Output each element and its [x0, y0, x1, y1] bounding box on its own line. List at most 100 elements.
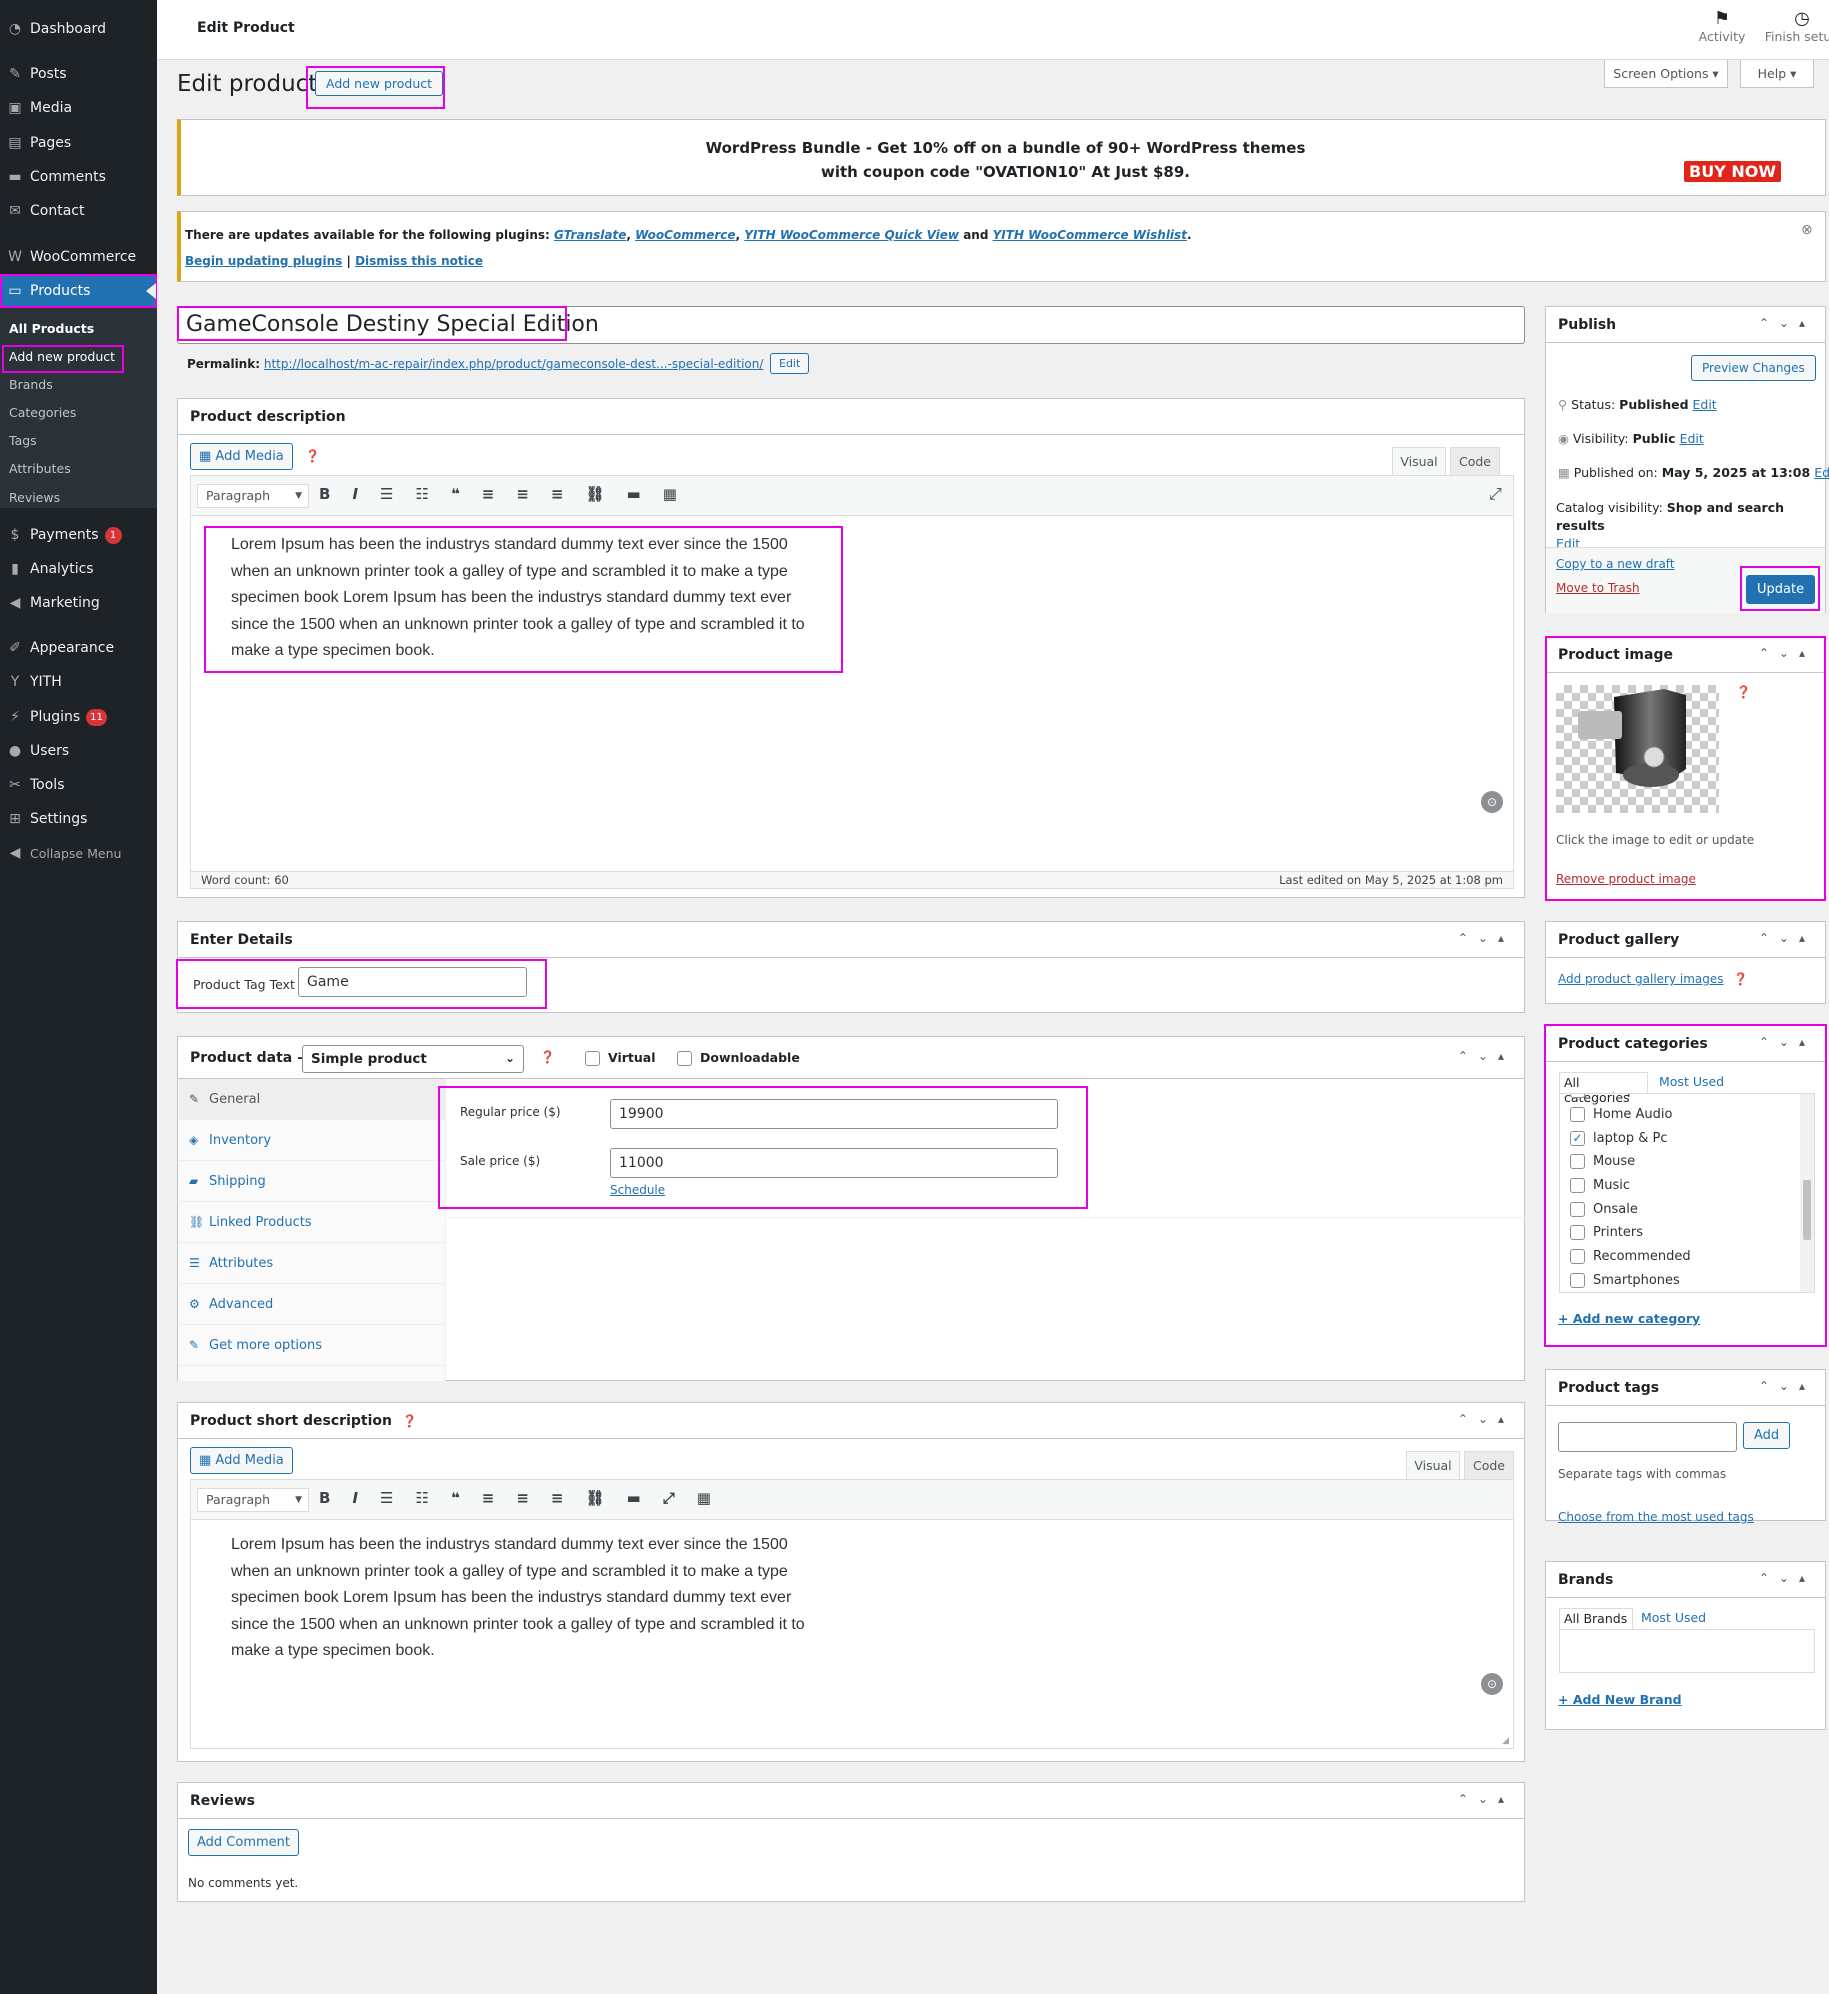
- box-controls-icon[interactable]: ⌃⌄▴: [1759, 1035, 1815, 1049]
- tab-code[interactable]: Code: [1450, 447, 1500, 475]
- checkbox-icon[interactable]: [1570, 1154, 1585, 1170]
- preview-changes-button[interactable]: Preview Changes: [1691, 355, 1816, 381]
- box-controls-icon[interactable]: ⌃⌄▴: [1759, 316, 1815, 330]
- box-controls-icon[interactable]: ⌃⌄▴: [1759, 1379, 1815, 1393]
- help-icon[interactable]: ❓: [540, 1050, 555, 1064]
- align-center-icon[interactable]: ≡: [516, 1489, 529, 1507]
- checkbox-icon[interactable]: [1570, 1201, 1585, 1217]
- checkbox-icon[interactable]: ✓: [1570, 1130, 1585, 1146]
- read-more-icon[interactable]: ▬: [627, 485, 641, 503]
- submenu-attributes[interactable]: Attributes: [9, 461, 71, 476]
- scrollbar-thumb[interactable]: [1803, 1180, 1811, 1240]
- add-comment-button[interactable]: Add Comment: [188, 1829, 299, 1856]
- help-icon[interactable]: ❓: [1733, 972, 1748, 986]
- box-controls-icon[interactable]: ⌃⌄▴: [1458, 931, 1514, 945]
- submenu-add-new-product[interactable]: Add new product: [9, 349, 115, 364]
- menu-marketing[interactable]: ◀ Marketing: [0, 586, 157, 620]
- tab-shipping[interactable]: ▰ Shipping: [179, 1161, 445, 1202]
- tab-linked-products[interactable]: ⛓ Linked Products: [179, 1202, 445, 1243]
- add-tag-button[interactable]: Add: [1743, 1422, 1791, 1449]
- tab-general[interactable]: ✎ General: [179, 1079, 445, 1120]
- activity-button[interactable]: ⚑ Activity: [1687, 8, 1757, 44]
- menu-woocommerce[interactable]: W WooCommerce: [0, 240, 157, 274]
- tab-all-categories[interactable]: All categories: [1559, 1072, 1648, 1105]
- choose-most-used-tags-link[interactable]: Choose from the most used tags: [1558, 1510, 1754, 1524]
- add-new-category-link[interactable]: + Add new category: [1558, 1311, 1700, 1326]
- scrollbar[interactable]: [1800, 1094, 1814, 1292]
- tab-inventory[interactable]: ◈ Inventory: [179, 1120, 445, 1161]
- quote-icon[interactable]: ❝: [451, 1489, 460, 1507]
- category-item[interactable]: ✓ laptop & Pc: [1570, 1126, 1790, 1150]
- category-item[interactable]: Recommended: [1570, 1245, 1790, 1269]
- checkbox-icon[interactable]: [1570, 1249, 1585, 1265]
- link-icon[interactable]: ⛓: [585, 1489, 604, 1507]
- format-select[interactable]: Paragraph ▼: [197, 484, 309, 508]
- collapse-menu[interactable]: ◀ Collapse Menu: [0, 836, 157, 870]
- bullet-list-icon[interactable]: ☰: [380, 485, 393, 503]
- category-item[interactable]: Onsale: [1570, 1197, 1790, 1221]
- description-content[interactable]: Lorem Ipsum has been the industrys stand…: [231, 532, 831, 665]
- move-to-trash-link[interactable]: Move to Trash: [1556, 581, 1640, 595]
- submenu-reviews[interactable]: Reviews: [9, 490, 60, 505]
- menu-settings[interactable]: ⊞ Settings: [0, 802, 157, 836]
- category-item[interactable]: Headphones: [1570, 1094, 1790, 1103]
- checkbox-icon[interactable]: [1570, 1094, 1585, 1099]
- product-tag-text-input[interactable]: [298, 967, 527, 997]
- copy-to-draft-link[interactable]: Copy to a new draft: [1556, 557, 1675, 571]
- permalink-edit-button[interactable]: Edit: [770, 353, 810, 374]
- numbered-list-icon[interactable]: ☷: [415, 485, 428, 503]
- checkbox-icon[interactable]: [1570, 1225, 1585, 1241]
- buy-now-button[interactable]: BUY NOW: [1684, 161, 1781, 182]
- add-media-button[interactable]: ▦ Add Media: [190, 1447, 293, 1474]
- resize-handle-icon[interactable]: ◢: [1502, 1736, 1509, 1746]
- tab-visual[interactable]: Visual: [1392, 447, 1446, 475]
- sale-price-input[interactable]: [610, 1148, 1058, 1178]
- fullscreen-icon[interactable]: ⤢: [663, 1489, 675, 1507]
- product-thumbnail[interactable]: [1556, 685, 1719, 813]
- virtual-checkbox[interactable]: Virtual: [585, 1050, 656, 1066]
- tab-code[interactable]: Code: [1464, 1451, 1514, 1479]
- box-controls-icon[interactable]: ⌃⌄▴: [1458, 1412, 1514, 1426]
- finish-setup-button[interactable]: ◷ Finish setup: [1757, 8, 1829, 44]
- checkbox-icon[interactable]: [1570, 1272, 1585, 1288]
- align-right-icon[interactable]: ≡: [551, 1489, 564, 1507]
- menu-plugins[interactable]: ⚡ Plugins 11: [0, 700, 157, 734]
- notice-link-woocommerce[interactable]: WooCommerce: [635, 228, 735, 242]
- notice-link-gtranslate[interactable]: GTranslate: [554, 228, 626, 242]
- product-type-select[interactable]: Simple product ⌄: [302, 1045, 524, 1073]
- assistant-icon[interactable]: ⊙: [1481, 1673, 1503, 1695]
- submenu-tags[interactable]: Tags: [9, 433, 37, 448]
- numbered-list-icon[interactable]: ☷: [415, 1489, 428, 1507]
- italic-icon[interactable]: I: [352, 485, 358, 503]
- align-center-icon[interactable]: ≡: [516, 485, 529, 503]
- screen-options-button[interactable]: Screen Options ▾: [1604, 60, 1728, 88]
- help-icon[interactable]: ❓: [1736, 685, 1751, 699]
- status-edit-link[interactable]: Edit: [1693, 397, 1717, 412]
- bullet-list-icon[interactable]: ☰: [380, 1489, 393, 1507]
- format-select[interactable]: Paragraph ▼: [197, 1488, 309, 1512]
- tab-most-used-brands[interactable]: Most Used: [1641, 1610, 1706, 1625]
- box-controls-icon[interactable]: ⌃⌄▴: [1759, 1571, 1815, 1585]
- tab-all-brands[interactable]: All Brands: [1559, 1608, 1633, 1629]
- help-icon[interactable]: ❓: [305, 449, 320, 463]
- regular-price-input[interactable]: [610, 1099, 1058, 1129]
- menu-contact[interactable]: ✉ Contact: [0, 194, 157, 228]
- toolbar-toggle-icon[interactable]: ▦: [697, 1489, 711, 1507]
- begin-updating-link[interactable]: Begin updating plugins: [185, 254, 342, 268]
- align-left-icon[interactable]: ≡: [482, 1489, 495, 1507]
- menu-dashboard[interactable]: ◔ Dashboard: [0, 12, 157, 46]
- toolbar-toggle-icon[interactable]: ▦: [663, 485, 677, 503]
- visibility-edit-link[interactable]: Edit: [1680, 431, 1704, 446]
- menu-products[interactable]: ▭ Products: [0, 274, 157, 308]
- update-button[interactable]: Update: [1746, 575, 1816, 604]
- box-controls-icon[interactable]: ⌃⌄▴: [1759, 646, 1815, 660]
- tab-advanced[interactable]: ⚙ Advanced: [179, 1284, 445, 1325]
- schedule-link[interactable]: Schedule: [610, 1183, 665, 1197]
- add-gallery-images-link[interactable]: Add product gallery images: [1558, 972, 1724, 986]
- fullscreen-icon[interactable]: ⤢: [1489, 484, 1502, 504]
- submenu-categories[interactable]: Categories: [9, 405, 76, 420]
- bold-icon[interactable]: B: [319, 1489, 330, 1507]
- product-title-input[interactable]: GameConsole Destiny Special Edition: [177, 306, 1525, 344]
- permalink-url[interactable]: http://localhost/m-ac-repair/index.php/p…: [264, 357, 764, 371]
- tab-visual[interactable]: Visual: [1406, 1451, 1460, 1479]
